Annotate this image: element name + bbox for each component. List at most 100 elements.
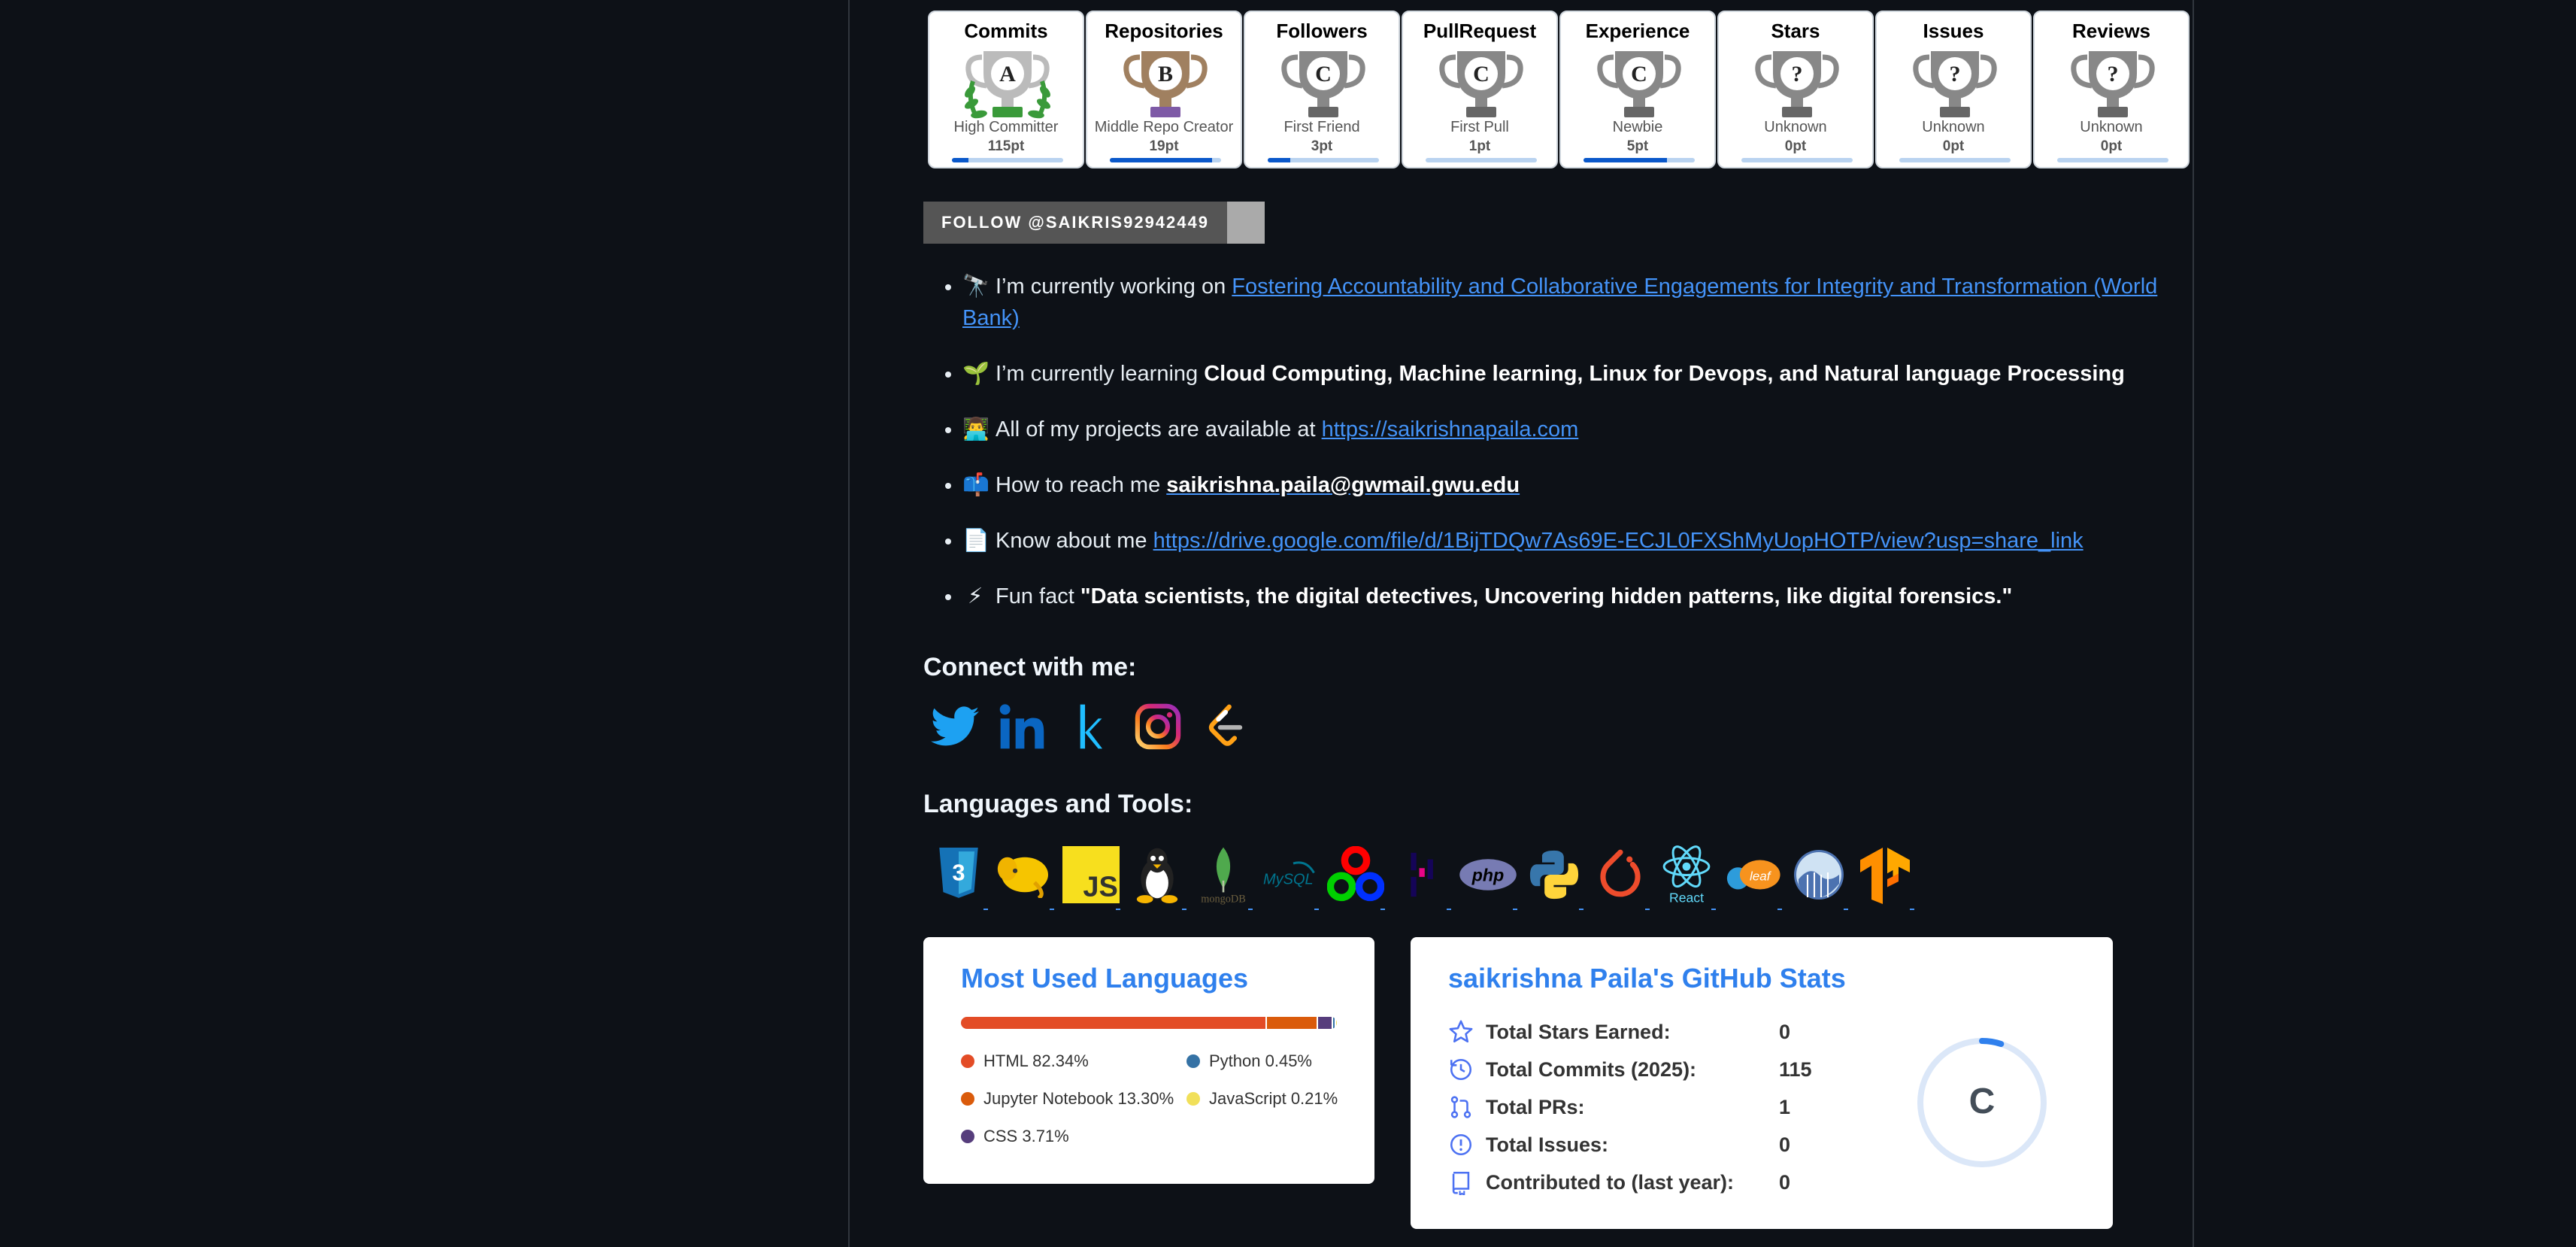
trophy-points: 5pt — [1626, 138, 1649, 154]
grade-ring: C — [1917, 1038, 2047, 1167]
hadoop-icon[interactable] — [996, 844, 1054, 910]
telescope-icon: 🔭 — [962, 275, 990, 299]
svg-text:A: A — [999, 62, 1016, 86]
stat-value: 0 — [1779, 1170, 1791, 1194]
language-dot — [961, 1092, 974, 1106]
trophy-name: First Friend — [1283, 119, 1360, 135]
stat-value: 0 — [1779, 1133, 1791, 1156]
resume-link[interactable]: https://drive.google.com/file/d/1BijTDQw… — [1153, 529, 2084, 553]
scala-leaf-icon[interactable]: leaf — [1723, 844, 1782, 910]
svg-text:mongoDB: mongoDB — [1201, 893, 1246, 905]
trophy-title: Repositories — [1105, 20, 1223, 42]
trophy-progress-bar — [1899, 158, 2011, 162]
tools-icons: 3 JS mongoDB MySQL php React leaf — [929, 844, 1914, 910]
tensorflow-icon[interactable] — [1856, 844, 1914, 910]
language-legend-item: CSS 3.71% — [961, 1127, 1069, 1146]
grade-letter: C — [1969, 1082, 1996, 1121]
list-item-funfact: ⚡Fun fact "Data scientists, the digital … — [962, 581, 2203, 612]
stat-value: 0 — [1779, 1020, 1791, 1043]
seaborn-icon[interactable] — [1790, 844, 1848, 910]
language-bar-segment — [961, 1017, 1266, 1029]
svg-text:JS: JS — [1083, 872, 1117, 903]
tools-heading: Languages and Tools: — [923, 790, 1193, 818]
developer-icon: 👨‍💻 — [962, 417, 990, 441]
trophy-cup-icon: C — [1439, 51, 1523, 117]
leetcode-icon[interactable] — [1200, 701, 1251, 752]
trophy-title: Experience — [1585, 20, 1690, 42]
list-item-reach: 📫How to reach me saikrishna.paila@gwmail… — [962, 469, 2203, 501]
language-bar-segment — [1267, 1017, 1317, 1029]
linux-icon[interactable] — [1128, 844, 1186, 910]
trophy-points: 19pt — [1149, 138, 1179, 154]
issue-icon — [1450, 1133, 1472, 1156]
trophy-card: Issues ? Unknown 0pt — [1875, 11, 2032, 168]
trophy-name: Unknown — [1922, 119, 1985, 135]
pytorch-icon[interactable] — [1591, 844, 1650, 910]
kaggle-icon[interactable] — [1065, 701, 1116, 752]
trophy-progress-bar — [2057, 158, 2168, 162]
twitter-icon[interactable] — [929, 701, 980, 752]
trophy-title: Followers — [1276, 20, 1368, 42]
lightning-icon: ⚡ — [967, 584, 983, 608]
svg-text:React: React — [1669, 890, 1704, 906]
trophy-progress-bar — [1110, 158, 1221, 162]
trophy-card: Commits A High Committer 115pt — [928, 11, 1084, 168]
trophy-points: 3pt — [1311, 138, 1333, 154]
stat-label: Contributed to (last year): — [1486, 1170, 1735, 1194]
css3-icon[interactable]: 3 — [929, 844, 988, 910]
instagram-icon[interactable] — [1132, 701, 1183, 752]
trophy-progress-bar — [1583, 158, 1695, 162]
stat-label: Total PRs: — [1486, 1095, 1585, 1118]
trophy-name: Middle Repo Creator — [1094, 119, 1234, 135]
opencv-icon[interactable] — [1326, 844, 1385, 910]
svg-text:C: C — [1631, 62, 1647, 86]
javascript-icon[interactable]: JS — [1062, 844, 1120, 910]
trophy-card: PullRequest C First Pull 1pt — [1402, 11, 1558, 168]
stat-label: Total Commits (2025): — [1486, 1057, 1697, 1081]
trophy-cup-icon: C — [1597, 51, 1681, 117]
trophy-cup-icon: ? — [2071, 51, 2155, 117]
history-icon — [1450, 1058, 1472, 1081]
trophy-title: Commits — [964, 20, 1048, 42]
trophy-card: Experience C Newbie 5pt — [1559, 11, 1716, 168]
follow-badge[interactable]: FOLLOW @SAIKRIS92942449 — [923, 202, 1265, 244]
stats-card-title: saikrishna Paila's GitHub Stats — [1448, 963, 1846, 994]
trophy-name: First Pull — [1450, 119, 1509, 135]
svg-text:leaf: leaf — [1750, 869, 1772, 883]
language-label: JavaScript 0.21% — [1209, 1089, 1338, 1108]
follow-badge-count — [1227, 202, 1265, 244]
languages-progress-bar — [961, 1017, 1337, 1029]
document-icon: 📄 — [962, 529, 990, 553]
trophy-title: Reviews — [2071, 20, 2151, 42]
trophy-progress-bar — [1426, 158, 1537, 162]
portfolio-link[interactable]: https://saikrishnapaila.com — [1322, 417, 1579, 441]
trophy-cup-icon: B — [1123, 51, 1208, 117]
trophy-title: Stars — [1771, 20, 1820, 42]
email-link[interactable]: saikrishna.paila@gwmail.gwu.edu — [1166, 473, 1520, 497]
svg-text:B: B — [1158, 62, 1173, 86]
stat-label: Total Issues: — [1486, 1133, 1609, 1156]
stat-row: Total Stars Earned: 0 — [1448, 1017, 1854, 1047]
trophy-cup-icon: C — [1281, 51, 1365, 117]
svg-text:MySQL: MySQL — [1263, 872, 1314, 888]
language-bar-segment — [1317, 1017, 1332, 1029]
linkedin-icon[interactable] — [997, 701, 1048, 752]
mysql-icon[interactable]: MySQL — [1260, 844, 1319, 910]
svg-text:C: C — [1315, 62, 1332, 86]
trophy-progress-bar — [952, 158, 1063, 162]
readme-panel: Commits A High Committer 115pt Repositor… — [848, 0, 2194, 1247]
trophy-points: 0pt — [2100, 138, 2123, 154]
mongodb-icon[interactable]: mongoDB — [1194, 844, 1253, 910]
trophy-points: 0pt — [1784, 138, 1807, 154]
pandas-icon[interactable] — [1393, 844, 1451, 910]
php-icon[interactable]: php — [1459, 844, 1517, 910]
react-icon[interactable]: React — [1657, 844, 1716, 910]
trophy-cup-icon: ? — [1913, 51, 1997, 117]
trophy-progress-bar — [1268, 158, 1379, 162]
language-legend-item: Jupyter Notebook 13.30% — [961, 1089, 1174, 1109]
svg-text:php: php — [1471, 866, 1504, 885]
python-icon[interactable] — [1525, 844, 1583, 910]
svg-text:C: C — [1473, 62, 1490, 86]
trophy-card: Repositories B Middle Repo Creator 19pt — [1086, 11, 1242, 168]
language-bar-segment — [1332, 1017, 1335, 1029]
